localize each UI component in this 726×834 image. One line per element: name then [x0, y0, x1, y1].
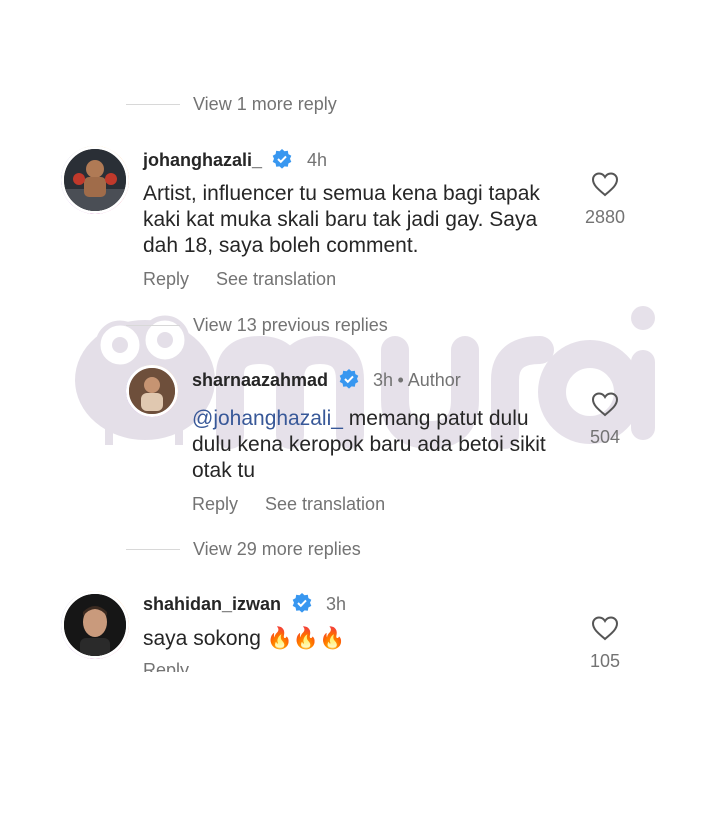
reply-button[interactable]: Reply — [192, 494, 238, 515]
reply-button[interactable]: Reply — [143, 269, 189, 290]
view-previous-replies-button[interactable]: View 13 previous replies — [193, 315, 388, 336]
author-label: Author — [407, 370, 461, 390]
divider-line — [126, 104, 180, 105]
divider-line — [126, 325, 180, 326]
like-heart-icon[interactable] — [591, 615, 619, 641]
comment-time: 4h — [306, 150, 327, 170]
like-count: 504 — [589, 427, 621, 447]
comment-header: johanghazali_ 4h — [143, 149, 327, 171]
reply-header: sharnaazahmad 3h • Author — [192, 369, 461, 391]
reply-button-clip: Reply — [143, 660, 223, 672]
reply-text: @johanghazali_ memang patut dulu dulu ke… — [192, 406, 567, 484]
verified-badge-icon — [339, 369, 358, 389]
like-count: 105 — [589, 651, 621, 671]
username[interactable]: johanghazali_ — [143, 150, 262, 170]
comment-text: saya sokong 🔥🔥🔥 — [143, 627, 346, 650]
verified-badge-icon — [273, 149, 292, 169]
view-more-replies-button[interactable]: View 29 more replies — [193, 539, 361, 560]
avatar-sharnaazahmad[interactable] — [126, 365, 178, 417]
avatar-johanghazali[interactable] — [61, 146, 129, 214]
view-more-replies-button[interactable]: View 1 more reply — [193, 94, 337, 115]
like-heart-icon[interactable] — [591, 391, 619, 417]
mention-link[interactable]: @johanghazali_ — [192, 407, 343, 430]
like-count: 2880 — [584, 207, 626, 227]
comment-text: Artist, influencer tu semua kena bagi ta… — [143, 182, 540, 257]
username[interactable]: sharnaazahmad — [192, 370, 328, 390]
comment-header: shahidan_izwan 3h — [143, 593, 346, 615]
comment-time: 3h — [325, 594, 346, 614]
avatar-shahidan-izwan[interactable] — [61, 591, 129, 659]
reply-button[interactable]: Reply — [143, 660, 223, 672]
see-translation-button[interactable]: See translation — [216, 269, 336, 290]
username[interactable]: shahidan_izwan — [143, 594, 281, 614]
divider-line — [126, 549, 180, 550]
separator-dot: • — [397, 370, 408, 390]
reply-time: 3h — [372, 370, 393, 390]
verified-badge-icon — [292, 593, 311, 613]
see-translation-button[interactable]: See translation — [265, 494, 385, 515]
like-heart-icon[interactable] — [591, 171, 619, 197]
